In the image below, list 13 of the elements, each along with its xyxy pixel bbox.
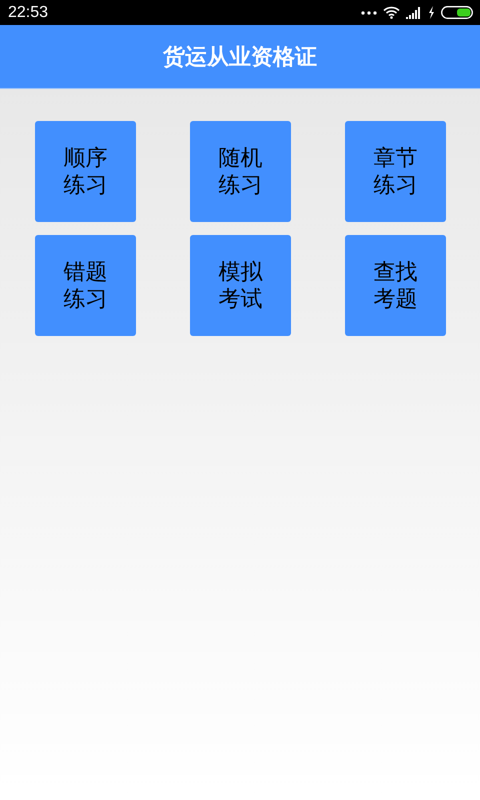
menu-tile[interactable]: 模拟考试 <box>190 235 291 336</box>
wifi-icon <box>383 6 400 19</box>
more-dots-icon <box>361 10 377 14</box>
menu-tile[interactable]: 错题练习 <box>35 235 136 336</box>
menu-tile[interactable]: 顺序练习 <box>35 121 136 222</box>
app-title: 货运从业资格证 <box>163 44 317 72</box>
menu-tile[interactable]: 随机练习 <box>190 121 291 222</box>
menu-tile[interactable]: 章节练习 <box>345 121 446 222</box>
status-time: 22:53 <box>8 4 48 22</box>
signal-icon <box>406 6 422 18</box>
menu-tile[interactable]: 查找考题 <box>345 235 446 336</box>
battery-icon <box>441 6 473 19</box>
charging-icon <box>428 6 435 19</box>
